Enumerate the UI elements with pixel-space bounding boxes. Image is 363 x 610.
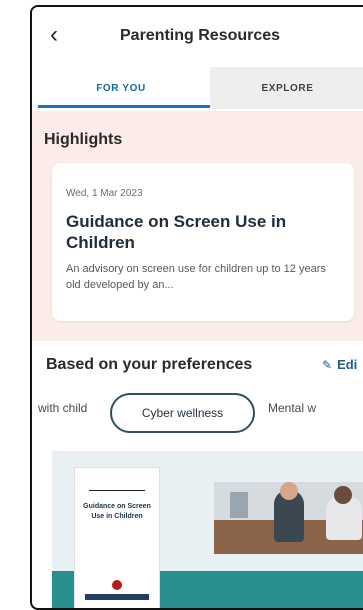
guidance-poster: Guidance on Screen Use in Children	[74, 467, 160, 608]
tab-explore[interactable]: EXPLORE	[210, 67, 363, 109]
ministry-wordmark	[85, 594, 149, 600]
edit-label: Edi	[337, 357, 358, 372]
pencil-icon: ✎	[322, 358, 333, 372]
article-thumbnail[interactable]: Guidance on Screen Use in Children	[52, 451, 363, 608]
highlights-title: Highlights	[44, 131, 123, 148]
poster-title: Guidance on Screen Use in Children	[83, 503, 151, 520]
poster-rule	[89, 490, 145, 491]
lamp-shape	[230, 492, 248, 518]
tab-bar: FOR YOU EXPLORE	[32, 67, 363, 109]
preferences-title: Based on your preferences	[46, 356, 253, 373]
preference-chips: with child Cyber wellness Mental w	[32, 393, 363, 437]
page-title: Parenting Resources	[120, 27, 281, 44]
back-icon[interactable]: ‹	[50, 21, 58, 49]
card-date: Wed, 1 Mar 2023	[66, 188, 143, 199]
active-tab-indicator	[38, 105, 210, 108]
edit-preferences-button[interactable]: ✎ Edi	[322, 357, 357, 372]
family-photo	[214, 482, 363, 554]
chip-with-child[interactable]: with child	[38, 401, 87, 415]
ministry-logo-icon	[112, 580, 122, 590]
tab-for-you[interactable]: FOR YOU	[32, 67, 210, 109]
parent-head	[280, 482, 298, 500]
highlight-card[interactable]: Wed, 1 Mar 2023 Guidance on Screen Use i…	[52, 163, 354, 321]
card-description: An advisory on screen use for children u…	[66, 263, 326, 291]
app-frame: ‹ Parenting Resources FOR YOU EXPLORE Hi…	[30, 5, 363, 610]
chip-mental-wellness[interactable]: Mental w	[268, 401, 316, 415]
child-head	[334, 486, 352, 504]
chip-cyber-wellness[interactable]: Cyber wellness	[110, 393, 255, 433]
card-title: Guidance on Screen Use in Children	[66, 212, 287, 252]
top-header: ‹ Parenting Resources	[32, 7, 363, 63]
